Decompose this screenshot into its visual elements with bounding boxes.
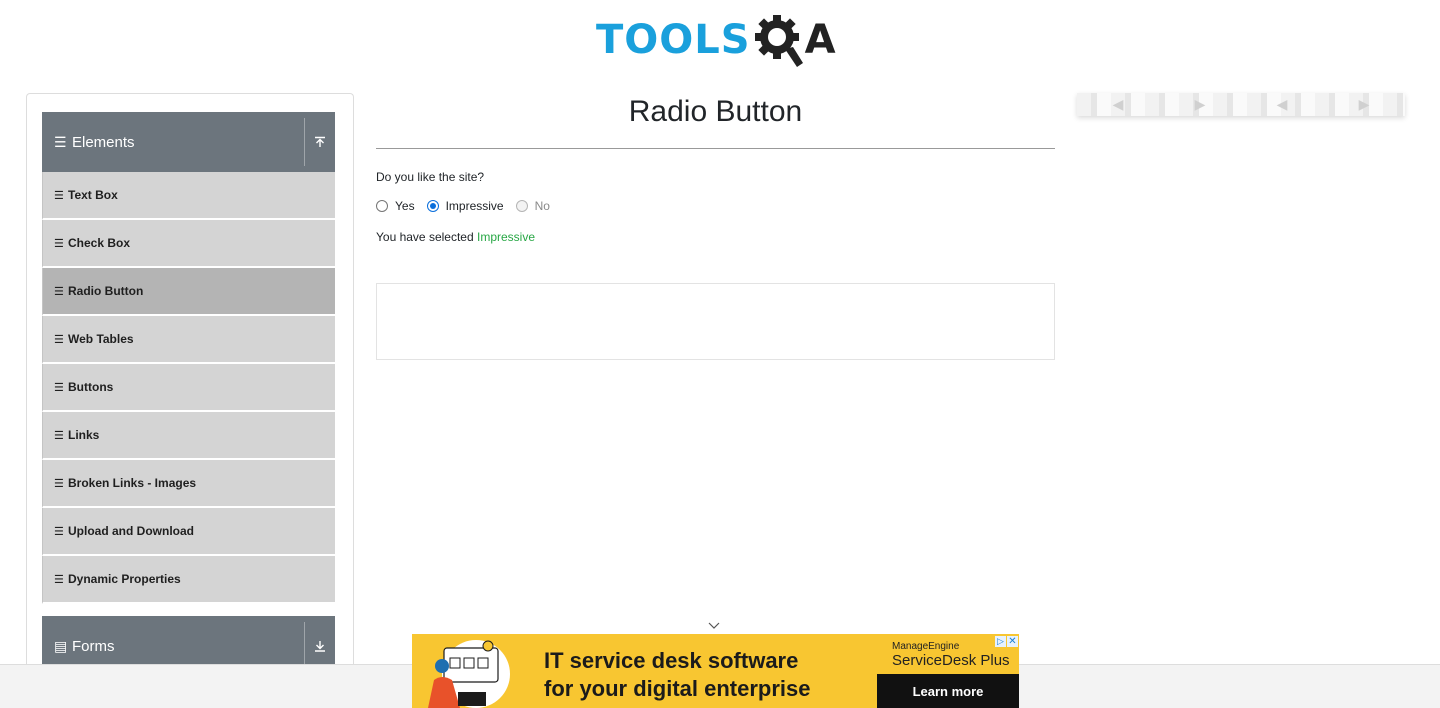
- radio-question: Do you like the site?: [376, 170, 485, 184]
- sidebar-item-links[interactable]: ☰ Links: [42, 412, 335, 460]
- sidebar-item-label: Links: [68, 428, 100, 442]
- result-value: Impressive: [476, 230, 535, 244]
- group-header-elements[interactable]: ☰ Elements: [42, 112, 335, 172]
- sidebar-item-upload-download[interactable]: ☰ Upload and Download: [42, 508, 335, 556]
- menu-item-icon: ☰: [54, 573, 64, 586]
- menu-item-icon: ☰: [54, 429, 64, 442]
- ad-headline-line1: IT service desk software: [544, 648, 799, 673]
- radio-label-yes[interactable]: Yes: [395, 199, 415, 213]
- sidebar-item-label: Web Tables: [68, 332, 134, 346]
- right-ad-strip: ◀ ▶ ◀ ▶: [1077, 93, 1405, 116]
- radio-option-yes[interactable]: Yes: [376, 199, 415, 213]
- radio-no: [515, 200, 528, 212]
- sidebar-item-web-tables[interactable]: ☰ Web Tables: [42, 316, 335, 364]
- result-prefix: You have selected: [376, 230, 474, 244]
- person-laptop-illustration: [428, 640, 510, 708]
- hamburger-icon: ☰: [54, 133, 67, 150]
- radio-option-no: No: [515, 199, 550, 213]
- sidebar-item-label: Text Box: [68, 188, 118, 202]
- close-icon[interactable]: ✕: [1007, 636, 1018, 647]
- sidebar-panel: ☰ Elements ☰ Text Box ☰ Check Box ☰ Radi…: [26, 93, 354, 693]
- sidebar-item-label: Buttons: [68, 380, 114, 394]
- ad-placeholder: [376, 283, 1055, 360]
- title-divider: [376, 148, 1055, 149]
- arrow-left-icon: ◀: [1276, 96, 1288, 112]
- sidebar-item-label: Radio Button: [68, 284, 144, 298]
- group-label-forms: Forms: [72, 637, 115, 655]
- sidebar-item-label: Upload and Download: [68, 524, 194, 538]
- arrow-right-icon: ▶: [1194, 96, 1206, 112]
- menu-item-icon: ☰: [54, 477, 64, 490]
- ad-banner[interactable]: IT service desk software for your digita…: [412, 634, 1019, 708]
- gear-magnifier-icon: [754, 15, 803, 67]
- chevron-down-icon[interactable]: [708, 619, 720, 631]
- menu-item-icon: ☰: [54, 285, 64, 298]
- sidebar-item-dynamic-properties[interactable]: ☰ Dynamic Properties: [42, 556, 335, 604]
- sidebar-item-buttons[interactable]: ☰ Buttons: [42, 364, 335, 412]
- ad-headline: IT service desk software for your digita…: [544, 647, 811, 703]
- toolsqa-logo[interactable]: TOOLS A: [596, 12, 841, 68]
- sidebar-item-text-box[interactable]: ☰ Text Box: [42, 172, 335, 220]
- learn-more-button[interactable]: Learn more: [877, 674, 1019, 708]
- arrow-right-icon: ▶: [1358, 96, 1370, 112]
- expand-down-icon[interactable]: [304, 622, 335, 670]
- radio-option-impressive[interactable]: Impressive: [426, 199, 504, 213]
- radio-label-no: No: [534, 199, 550, 213]
- radio-group: Yes Impressive No: [376, 199, 562, 213]
- adchoices-icon[interactable]: ▷: [995, 636, 1006, 647]
- ad-brand-main: ServiceDesk Plus: [892, 652, 1010, 669]
- sidebar-item-label: Broken Links - Images: [68, 476, 197, 490]
- menu-item-icon: ☰: [54, 381, 64, 394]
- sidebar-item-broken-links[interactable]: ☰ Broken Links - Images: [42, 460, 335, 508]
- group-label-elements: Elements: [72, 133, 135, 151]
- menu-item-icon: ☰: [54, 525, 64, 538]
- list-icon: ▤: [54, 637, 68, 654]
- radio-impressive[interactable]: [426, 200, 439, 212]
- group-header-forms-title: ▤ Forms: [42, 638, 304, 655]
- page-title: Radio Button: [628, 95, 803, 128]
- sidebar-item-label: Dynamic Properties: [68, 572, 181, 586]
- menu-item-icon: ☰: [54, 237, 64, 250]
- sidebar-item-label: Check Box: [68, 236, 131, 250]
- ad-brand-top: ManageEngine: [892, 641, 960, 652]
- collapse-up-icon[interactable]: [304, 118, 335, 166]
- arrow-left-icon: ◀: [1112, 96, 1124, 112]
- logo-wordmark: TOOLS: [596, 17, 751, 63]
- menu-item-icon: ☰: [54, 333, 64, 346]
- group-header-elements-title: ☰ Elements: [42, 134, 304, 151]
- selection-result: You have selected Impressive: [376, 230, 535, 244]
- elements-menu-list: ☰ Text Box ☰ Check Box ☰ Radio Button ☰ …: [42, 172, 335, 604]
- sidebar-item-radio-button[interactable]: ☰ Radio Button: [42, 268, 335, 316]
- radio-yes[interactable]: [376, 200, 388, 212]
- ad-headline-line2: for your digital enterprise: [544, 676, 811, 701]
- sidebar-item-check-box[interactable]: ☰ Check Box: [42, 220, 335, 268]
- logo-suffix: A: [804, 17, 836, 63]
- menu-item-icon: ☰: [54, 189, 64, 202]
- radio-label-impressive[interactable]: Impressive: [446, 199, 504, 213]
